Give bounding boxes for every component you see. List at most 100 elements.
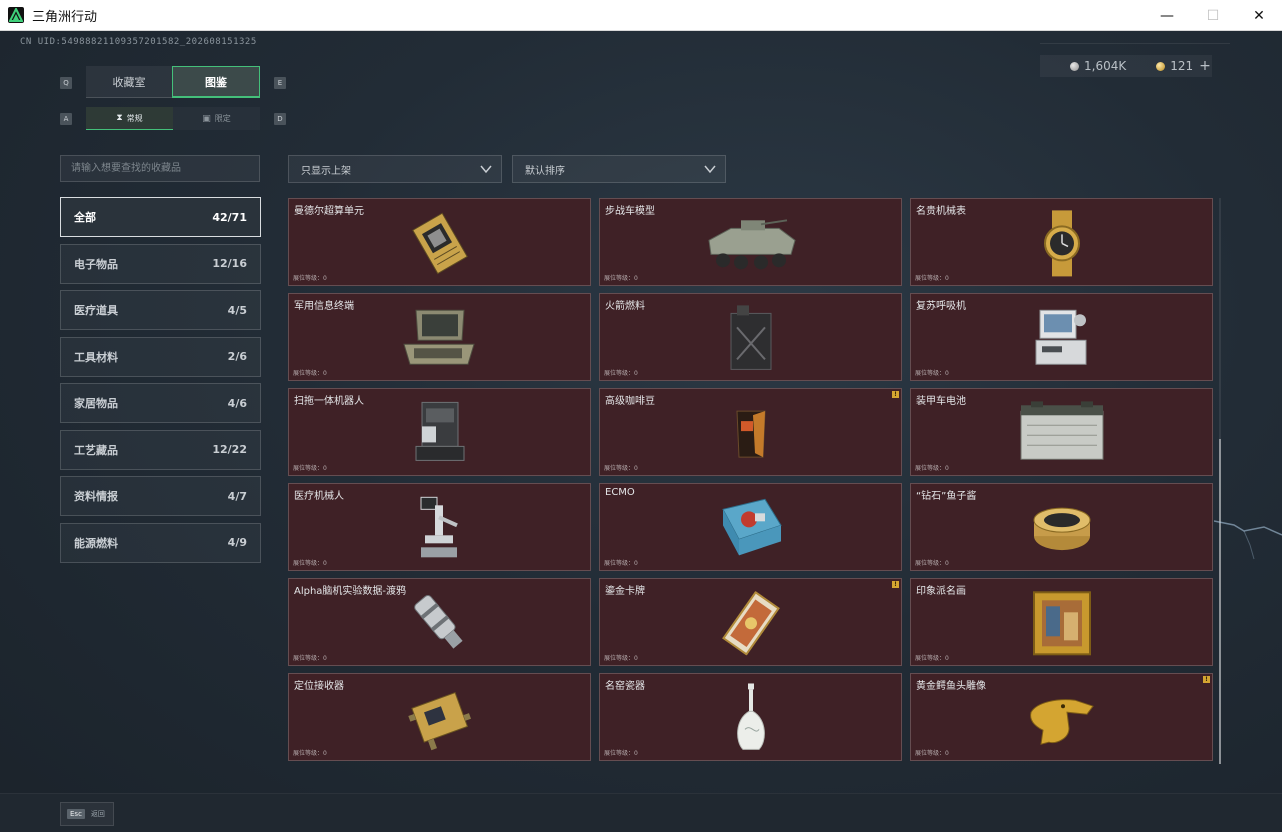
item-level: 展位等级：0 xyxy=(604,465,638,472)
item-card[interactable]: 定位接收器 展位等级：0 xyxy=(288,673,591,761)
item-name: 医疗机械人 xyxy=(294,491,344,502)
category-count: 2/6 xyxy=(227,350,247,363)
watch-icon xyxy=(1043,210,1080,277)
key-q-badge: Q xyxy=(60,77,72,89)
back-label: 返回 xyxy=(90,810,105,818)
back-button[interactable]: Esc 返回 xyxy=(60,802,114,826)
category-list: 全部 42/71 电子物品 12/16 医疗道具 4/5 工具材料 2/6 家居物品 4/… xyxy=(60,197,261,569)
item-name: ECMO xyxy=(605,487,635,498)
category-tools[interactable]: 工具材料 2/6 xyxy=(60,336,261,377)
category-household[interactable]: 家居物品 4/6 xyxy=(60,383,261,423)
circuit-board-icon xyxy=(411,212,468,275)
item-card[interactable]: 鎏金卡牌 ! 展位等级：0 xyxy=(599,578,902,666)
category-all[interactable]: 全部 42/71 xyxy=(60,197,261,237)
search-input[interactable] xyxy=(60,155,260,182)
subtab-regular-label: 常规 xyxy=(126,113,143,123)
item-card[interactable]: 医疗机械人 展位等级：0 xyxy=(288,483,591,571)
item-card[interactable]: 军用信息终端 展位等级：0 xyxy=(288,293,591,381)
category-label: 医疗道具 xyxy=(74,304,118,317)
tab-catalog[interactable]: 图鉴 xyxy=(172,66,260,98)
window-titlebar: 三角洲行动 — ☐ ✕ xyxy=(0,0,1282,31)
close-button[interactable]: ✕ xyxy=(1236,0,1282,31)
item-name: 装甲车电池 xyxy=(916,396,966,407)
category-electronics[interactable]: 电子物品 12/16 xyxy=(60,243,261,284)
item-card[interactable]: 火箭燃料 展位等级：0 xyxy=(599,293,902,381)
subtab-limited-label: 限定 xyxy=(214,114,231,123)
item-level: 展位等级：0 xyxy=(604,655,638,662)
item-name: 军用信息终端 xyxy=(294,301,354,312)
item-card[interactable]: ECMO 展位等级：0 xyxy=(599,483,902,571)
key-d-badge: D xyxy=(274,113,286,125)
item-name: 火箭燃料 xyxy=(605,301,645,312)
item-card[interactable]: 印象派名画 展位等级：0 xyxy=(910,578,1213,666)
caviar-tin-icon xyxy=(1033,507,1090,551)
category-energy[interactable]: 能源燃料 4/9 xyxy=(60,522,261,563)
item-card[interactable]: 名贵机械表 展位等级：0 xyxy=(910,198,1213,286)
item-level: 展位等级：0 xyxy=(604,275,638,282)
category-count: 12/16 xyxy=(212,257,247,270)
esc-key-badge: Esc xyxy=(67,809,85,819)
category-count: 12/22 xyxy=(212,443,247,456)
category-label: 工具材料 xyxy=(74,350,118,364)
item-grid: 曼德尔超算单元 展位等级：0 步战车模型 展位等级：0 名贵机械表 展位等级：0 xyxy=(288,198,1213,761)
subtab-regular[interactable]: ⧗ 常规 xyxy=(86,107,173,130)
category-crafts[interactable]: 工艺藏品 12/22 xyxy=(60,429,261,470)
item-card[interactable]: 装甲车电池 展位等级：0 xyxy=(910,388,1213,476)
item-level: 展位等级：0 xyxy=(293,370,327,377)
sort-dropdown[interactable]: 默认排序 xyxy=(512,155,726,183)
new-badge-icon: ! xyxy=(892,391,899,398)
new-badge-icon: ! xyxy=(892,581,899,588)
data-cylinder-icon xyxy=(413,595,463,649)
item-level: 展位等级：0 xyxy=(604,750,638,757)
item-level: 展位等级：0 xyxy=(604,370,638,377)
item-card[interactable]: 高级咖啡豆 ! 展位等级：0 xyxy=(599,388,902,476)
rugged-laptop-icon xyxy=(402,309,475,365)
gold-coin-icon xyxy=(1156,61,1166,71)
painting-icon xyxy=(1032,591,1091,656)
category-medical[interactable]: 医疗道具 4/5 xyxy=(60,290,261,330)
item-level: 展位等级：0 xyxy=(915,465,949,472)
scrollbar-thumb[interactable] xyxy=(1219,439,1221,764)
player-uid: CN UID:5498882110935720158​2_20260815132… xyxy=(20,37,257,47)
new-badge-icon: ! xyxy=(1203,676,1210,683)
window-title: 三角洲行动 xyxy=(32,9,98,25)
category-label: 电子物品 xyxy=(74,257,118,271)
add-currency-button[interactable]: + xyxy=(1199,58,1211,74)
item-level: 展位等级：0 xyxy=(915,655,949,662)
item-level: 展位等级：0 xyxy=(293,275,327,282)
item-name: Alpha脑机实验数据-渡鸦 xyxy=(294,586,407,597)
battery-icon xyxy=(1020,401,1103,460)
item-card[interactable]: 复苏呼吸机 展位等级：0 xyxy=(910,293,1213,381)
item-card[interactable]: 黄金鳄鱼头雕像 ! 展位等级：0 xyxy=(910,673,1213,761)
item-level: 展位等级：0 xyxy=(604,560,638,567)
key-e-badge: E xyxy=(274,77,286,89)
item-level: 展位等级：0 xyxy=(915,560,949,567)
porcelain-vase-icon xyxy=(736,683,765,750)
shelf-filter-dropdown[interactable]: 只显示上架 xyxy=(288,155,502,183)
tab-collection-room[interactable]: 收藏室 xyxy=(86,66,172,98)
item-name: 名窑瓷器 xyxy=(605,681,645,692)
chevron-down-icon xyxy=(480,165,492,174)
bottom-bar: Esc 返回 xyxy=(0,793,1282,832)
gps-receiver-icon xyxy=(407,691,471,751)
item-card[interactable]: 扫拖一体机器人 展位等级：0 xyxy=(288,388,591,476)
item-card[interactable]: 名窑瓷器 展位等级：0 xyxy=(599,673,902,761)
maximize-button[interactable]: ☐ xyxy=(1190,0,1236,31)
item-card[interactable]: Alpha脑机实验数据-渡鸦 展位等级：0 xyxy=(288,578,591,666)
subtab-limited[interactable]: ▣ 限定 xyxy=(173,107,260,130)
app-logo-icon xyxy=(8,7,24,23)
item-name: 高级咖啡豆 xyxy=(605,396,655,407)
item-level: 展位等级：0 xyxy=(293,750,327,757)
item-level: 展位等级：0 xyxy=(915,750,949,757)
item-card[interactable]: 步战车模型 展位等级：0 xyxy=(599,198,902,286)
item-name: 复苏呼吸机 xyxy=(916,301,966,312)
silver-amount: 1,604K xyxy=(1084,59,1127,73)
item-card[interactable]: 曼德尔超算单元 展位等级：0 xyxy=(288,198,591,286)
item-name: 步战车模型 xyxy=(605,206,655,217)
category-intel[interactable]: 资料情报 4/7 xyxy=(60,476,261,516)
golden-croc-icon xyxy=(1029,699,1094,745)
item-card[interactable]: “钻石”鱼子酱 展位等级：0 xyxy=(910,483,1213,571)
minimize-button[interactable]: — xyxy=(1144,0,1190,31)
item-name: 定位接收器 xyxy=(294,681,344,692)
category-count: 4/5 xyxy=(227,303,247,317)
